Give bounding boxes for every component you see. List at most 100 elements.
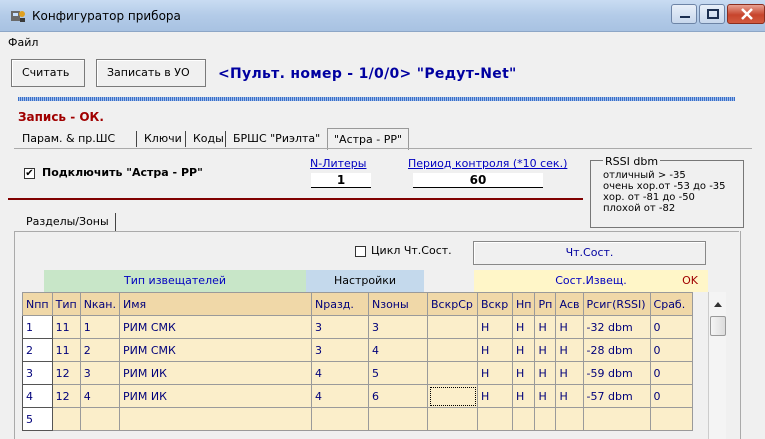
maximize-button[interactable]	[699, 4, 725, 24]
tab-brshs[interactable]: БРШС "Риэлта"	[229, 130, 324, 148]
table-row[interactable]: 4 12 4 РИМ ИК 4 6 Н Н Н Н -57 dbm 0	[22, 384, 693, 408]
col-header[interactable]: ВскрСр	[427, 292, 478, 316]
table-scrollbar[interactable]	[708, 292, 726, 439]
row-number[interactable]: 1	[22, 315, 53, 339]
col-header[interactable]: Рп	[534, 292, 557, 316]
cell-asv[interactable]: Н	[555, 315, 584, 339]
cell-np[interactable]: Н	[511, 361, 536, 385]
cell-section[interactable]: 3	[311, 315, 369, 339]
cell-open[interactable]: Н	[477, 361, 513, 385]
cell-section[interactable]: 3	[311, 338, 369, 362]
col-header[interactable]: Тип	[51, 292, 81, 316]
tab-astra[interactable]: "Астра - РР"	[327, 128, 410, 150]
table-row[interactable]: 1 11 1 РИМ СМК 3 3 Н Н Н Н -32 dbm 0	[22, 315, 693, 339]
cell-type[interactable]: 11	[51, 338, 81, 362]
cell-open-env[interactable]	[427, 361, 478, 385]
cell-zone[interactable]: 3	[368, 315, 428, 339]
row-number[interactable]: 2	[22, 338, 53, 362]
cell-rp[interactable]: Н	[534, 384, 557, 408]
cell-zone[interactable]: 5	[368, 361, 428, 385]
scroll-thumb[interactable]	[710, 316, 726, 336]
menu-file[interactable]: Файл	[8, 36, 38, 49]
period-input[interactable]: 60	[413, 173, 543, 188]
col-header[interactable]: Асв	[555, 292, 584, 316]
cell-asv[interactable]: Н	[555, 384, 584, 408]
cell-channel[interactable]: 4	[79, 384, 121, 408]
cell-zone[interactable]: 6	[368, 384, 428, 408]
cell-open[interactable]: Н	[477, 338, 513, 362]
col-header[interactable]: Рсиг(RSSI)	[582, 292, 651, 316]
cell-zone[interactable]	[368, 407, 428, 431]
cell-name[interactable]: РИМ ИК	[119, 384, 312, 408]
cell-rssi[interactable]	[582, 407, 651, 431]
cell-rssi[interactable]: -32 dbm	[582, 315, 651, 339]
cell-channel[interactable]: 3	[79, 361, 121, 385]
cell-name[interactable]: РИМ ИК	[119, 361, 312, 385]
cell-section[interactable]: 4	[311, 384, 369, 408]
col-header[interactable]: Имя	[119, 292, 312, 316]
cycle-checkbox[interactable]	[355, 246, 366, 257]
col-header[interactable]: Нп	[511, 292, 536, 316]
row-number[interactable]: 3	[22, 361, 53, 385]
col-header[interactable]: Nкан.	[79, 292, 121, 316]
col-header[interactable]: Nпп	[22, 292, 53, 316]
cell-name[interactable]: РИМ СМК	[119, 338, 312, 362]
close-button[interactable]	[727, 4, 765, 24]
col-header[interactable]: Nразд.	[311, 292, 369, 316]
cell-open-env[interactable]	[427, 338, 478, 362]
cell-channel[interactable]: 2	[79, 338, 121, 362]
cell-asv[interactable]	[555, 407, 584, 431]
cell-open[interactable]: Н	[477, 315, 513, 339]
cell-triggered[interactable]	[649, 407, 693, 431]
row-number[interactable]: 4	[22, 384, 53, 408]
tab-sections-zones[interactable]: Разделы/Зоны	[20, 213, 116, 231]
cell-open-env[interactable]	[427, 315, 478, 339]
table-row[interactable]: 3 12 3 РИМ ИК 4 5 Н Н Н Н -59 dbm 0	[22, 361, 693, 385]
cell-rp[interactable]: Н	[534, 315, 557, 339]
cell-type[interactable]: 11	[51, 315, 81, 339]
read-button[interactable]: Считать	[11, 59, 85, 87]
cell-open[interactable]	[477, 407, 513, 431]
cell-np[interactable]: Н	[511, 384, 536, 408]
cell-rp[interactable]	[534, 407, 557, 431]
row-number[interactable]: 5	[22, 407, 53, 431]
tab-params[interactable]: Парам. & пр.ШС	[18, 130, 119, 148]
cell-open-env[interactable]	[427, 407, 478, 431]
read-state-button[interactable]: Чт.Сост.	[473, 241, 706, 265]
cell-triggered[interactable]: 0	[649, 384, 693, 408]
cell-open-env[interactable]	[427, 384, 478, 408]
cell-channel[interactable]	[79, 407, 121, 431]
cell-name[interactable]: РИМ СМК	[119, 315, 312, 339]
minimize-button[interactable]	[671, 4, 697, 24]
cell-rssi[interactable]: -28 dbm	[582, 338, 651, 362]
cell-channel[interactable]: 1	[79, 315, 121, 339]
cell-type[interactable]: 12	[51, 361, 81, 385]
cell-section[interactable]: 4	[311, 361, 369, 385]
cell-rp[interactable]: Н	[534, 338, 557, 362]
cell-section[interactable]	[311, 407, 369, 431]
cell-name[interactable]	[119, 407, 312, 431]
cell-asv[interactable]: Н	[555, 338, 584, 362]
cell-triggered[interactable]: 0	[649, 361, 693, 385]
write-button[interactable]: Записать в УО	[96, 59, 206, 87]
cell-triggered[interactable]: 0	[649, 338, 693, 362]
tab-codes[interactable]: Коды	[189, 130, 228, 148]
cell-rssi[interactable]: -57 dbm	[582, 384, 651, 408]
col-header[interactable]: Сраб.	[649, 292, 693, 316]
cell-type[interactable]	[51, 407, 81, 431]
n-liters-input[interactable]: 1	[311, 173, 371, 188]
cell-np[interactable]: Н	[511, 315, 536, 339]
cell-zone[interactable]: 4	[368, 338, 428, 362]
cell-open[interactable]: Н	[477, 384, 513, 408]
cell-np[interactable]	[511, 407, 536, 431]
tab-keys[interactable]: Ключи	[140, 130, 186, 148]
cell-asv[interactable]: Н	[555, 361, 584, 385]
cell-rssi[interactable]: -59 dbm	[582, 361, 651, 385]
col-header[interactable]: Вскр	[477, 292, 513, 316]
col-header[interactable]: Nзоны	[368, 292, 428, 316]
cell-triggered[interactable]: 0	[649, 315, 693, 339]
cell-np[interactable]: Н	[511, 338, 536, 362]
cell-rp[interactable]: Н	[534, 361, 557, 385]
cell-type[interactable]: 12	[51, 384, 81, 408]
table-row[interactable]: 5	[22, 407, 693, 431]
